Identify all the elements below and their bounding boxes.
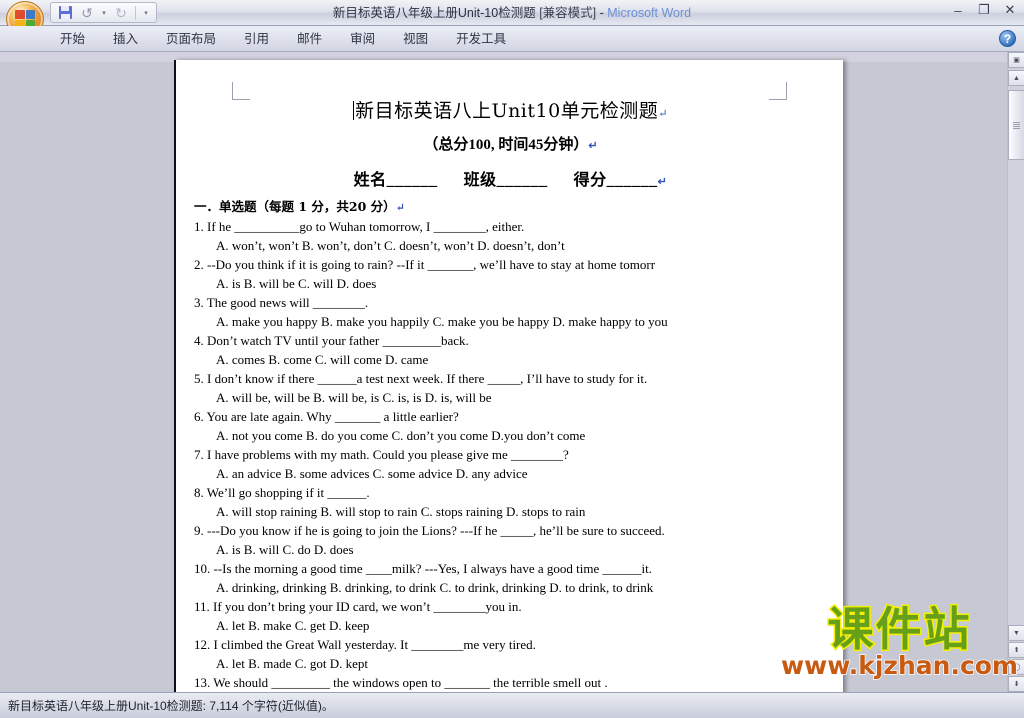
question-stem: 12. I climbed the Great Wall yesterday. … bbox=[194, 637, 536, 652]
title-bar: ↺ ▾ ↻ ▾ 新目标英语八年级上册Unit-10检测题 [兼容模式] - Mi… bbox=[0, 0, 1024, 37]
pilcrow-icon: ↵ bbox=[395, 201, 405, 214]
question-options: A. is B. will C. do D. does bbox=[216, 542, 354, 557]
question-options: A. will stop raining B. will stop to rai… bbox=[216, 504, 586, 519]
tab-review[interactable]: 审阅 bbox=[336, 26, 389, 52]
doc-fields-line: 姓名______ 班级______ 得分______↵ bbox=[176, 166, 845, 190]
undo-dropdown[interactable]: ▾ bbox=[99, 4, 109, 22]
question-stem: 2. --Do you think if it is going to rain… bbox=[194, 257, 656, 272]
window-controls: – ❐ ✕ bbox=[948, 2, 1020, 18]
question-options: A. let B. make C. get D. keep bbox=[216, 618, 370, 633]
question-stem: 4. Don’t watch TV until your father ____… bbox=[194, 333, 469, 348]
vertical-scrollbar[interactable]: ▣ ▲ ▼ ⬆ ◯ ⬇ bbox=[1007, 52, 1024, 692]
question-stem: 11. If you don’t bring your ID card, we … bbox=[194, 599, 522, 614]
next-page-button[interactable]: ⬇ bbox=[1008, 676, 1024, 692]
customize-qat-button[interactable]: ▾ bbox=[140, 4, 152, 22]
document-workspace: 新目标英语八上Unit10单元检测题↵ （总分100, 时间45分钟）↵ 姓名_… bbox=[0, 52, 1024, 718]
question-options: A. is B. will be C. will D. does bbox=[216, 276, 377, 291]
status-text: 新目标英语八年级上册Unit-10检测题: 7,114 个字符(近似值)。 bbox=[8, 699, 334, 713]
section-heading-line: 一．单选题（每题 1 分，共20 分）↵ bbox=[194, 196, 845, 215]
tab-insert[interactable]: 插入 bbox=[99, 26, 152, 52]
question-options: A. make you happy B. make you happily C.… bbox=[216, 314, 668, 329]
field-score: 得分______ bbox=[573, 172, 658, 189]
pilcrow-icon: ↵ bbox=[588, 140, 598, 152]
redo-button[interactable]: ↻ bbox=[111, 4, 131, 22]
pilcrow-icon: ↵ bbox=[657, 176, 668, 188]
close-button[interactable]: ✕ bbox=[1000, 2, 1020, 18]
question-stem: 5. I don’t know if there ______a test ne… bbox=[194, 371, 648, 386]
window-title-doc: 新目标英语八年级上册Unit-10检测题 bbox=[332, 6, 536, 20]
tab-home[interactable]: 开始 bbox=[46, 26, 99, 52]
restore-button[interactable]: ❐ bbox=[974, 2, 994, 18]
question-options: A. will be, will be B. will be, is C. is… bbox=[216, 390, 492, 405]
question-stem: 6. You are late again. Why _______ a lit… bbox=[194, 409, 459, 424]
question-options: A. won’t, won’t B. won’t, don’t C. doesn… bbox=[216, 238, 565, 253]
doc-subtitle: （总分100, 时间45分钟） bbox=[423, 137, 589, 153]
qat-divider bbox=[135, 5, 136, 20]
scrollbar-thumb[interactable] bbox=[1008, 90, 1024, 160]
question-stem: 8. We’ll go shopping if it ______. bbox=[194, 485, 370, 500]
question-options: A. drinking, drinking B. drinking, to dr… bbox=[216, 580, 654, 595]
question-stem: 13. We should _________ the windows open… bbox=[194, 675, 608, 690]
chevron-down-icon: ▾ bbox=[102, 9, 106, 17]
scrollbar-bottom-group: ▼ ⬆ ◯ ⬇ bbox=[1008, 624, 1024, 692]
section-heading: 一．单选题（每题 1 分，共20 分） bbox=[194, 199, 396, 214]
doc-subtitle-line: （总分100, 时间45分钟）↵ bbox=[176, 133, 845, 154]
ribbon-tabs: 开始 插入 页面布局 引用 邮件 审阅 视图 开发工具 bbox=[46, 26, 520, 52]
doc-title: 新目标英语八上Unit10单元检测题 bbox=[355, 100, 659, 122]
status-bar: 新目标英语八年级上册Unit-10检测题: 7,114 个字符(近似值)。 bbox=[0, 692, 1024, 718]
redo-icon: ↻ bbox=[115, 4, 127, 21]
save-icon bbox=[58, 6, 72, 19]
quick-access-toolbar: ↺ ▾ ↻ ▾ bbox=[50, 2, 157, 23]
question-stem: 10. --Is the morning a good time ____mil… bbox=[194, 561, 652, 576]
ribbon-tab-bar: 开始 插入 页面布局 引用 邮件 审阅 视图 开发工具 ? bbox=[0, 26, 1024, 52]
field-name: 姓名______ bbox=[353, 172, 438, 189]
previous-page-button[interactable]: ⬆ bbox=[1008, 642, 1024, 658]
window-title-app: Microsoft Word bbox=[607, 6, 692, 20]
doc-title-line: 新目标英语八上Unit10单元检测题↵ bbox=[176, 96, 845, 123]
tab-view[interactable]: 视图 bbox=[389, 26, 442, 52]
question-options: A. comes B. come C. will come D. came bbox=[216, 352, 429, 367]
window-title-mode: [兼容模式] bbox=[539, 6, 597, 20]
scroll-up-button[interactable]: ▲ bbox=[1008, 70, 1024, 86]
question-stem: 9. ---Do you know if he is going to join… bbox=[194, 523, 665, 538]
select-browse-object-button[interactable]: ◯ bbox=[1008, 659, 1024, 675]
question-stem: 1. If he __________go to Wuhan tomorrow,… bbox=[194, 219, 525, 234]
document-page[interactable]: 新目标英语八上Unit10单元检测题↵ （总分100, 时间45分钟）↵ 姓名_… bbox=[174, 60, 843, 718]
field-class: 班级______ bbox=[463, 172, 548, 189]
word-window: ↺ ▾ ↻ ▾ 新目标英语八年级上册Unit-10检测题 [兼容模式] - Mi… bbox=[0, 0, 1024, 718]
tab-page-layout[interactable]: 页面布局 bbox=[152, 26, 230, 52]
tab-mailings[interactable]: 邮件 bbox=[283, 26, 336, 52]
tab-references[interactable]: 引用 bbox=[230, 26, 283, 52]
chevron-down-icon: ▾ bbox=[144, 9, 148, 17]
save-button[interactable] bbox=[55, 4, 75, 22]
pilcrow-icon: ↵ bbox=[658, 107, 668, 120]
window-title-sep: - bbox=[599, 6, 608, 20]
undo-button[interactable]: ↺ bbox=[77, 4, 97, 22]
question-options: A. an advice B. some advices C. some adv… bbox=[216, 466, 528, 481]
question-options: A. let B. made C. got D. kept bbox=[216, 656, 369, 671]
tab-developer[interactable]: 开发工具 bbox=[442, 26, 520, 52]
text-cursor bbox=[353, 101, 355, 120]
view-ruler-button[interactable]: ▣ bbox=[1008, 52, 1024, 68]
scrollbar-grip-icon bbox=[1013, 121, 1020, 129]
question-options: A. not you come B. do you come C. don’t … bbox=[216, 428, 586, 443]
question-stem: 3. The good news will ________. bbox=[194, 295, 369, 310]
minimize-button[interactable]: – bbox=[948, 2, 968, 18]
help-icon[interactable]: ? bbox=[999, 30, 1016, 47]
document-body[interactable]: 新目标英语八上Unit10单元检测题↵ （总分100, 时间45分钟）↵ 姓名_… bbox=[176, 60, 845, 718]
undo-icon: ↺ bbox=[81, 4, 93, 21]
question-stem: 7. I have problems with my math. Could y… bbox=[194, 447, 569, 462]
scroll-down-button[interactable]: ▼ bbox=[1008, 625, 1024, 641]
